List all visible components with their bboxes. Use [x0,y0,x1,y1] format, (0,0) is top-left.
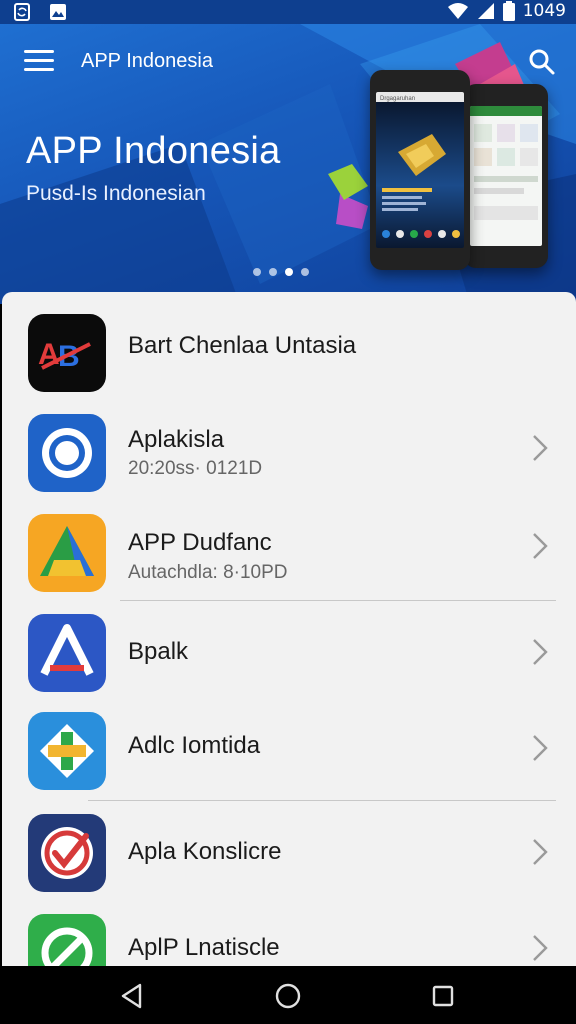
chevron-right-icon [533,533,548,559]
circle-slash-icon [28,914,106,966]
chevron-right-icon [533,935,548,961]
chevron-right-icon [533,735,548,761]
ring-icon [28,414,106,492]
chevron-right-icon [533,839,548,865]
chevron-right-icon [533,435,548,461]
list-item[interactable]: Apla Konslicre [2,792,576,892]
search-icon[interactable] [528,48,556,76]
carousel-dot-2[interactable] [269,268,277,276]
chevron-right-icon [533,639,548,665]
screen-rotate-icon [14,3,30,21]
wifi-icon [447,3,468,19]
app-name: Bart Chenlaa Untasia [128,332,357,359]
home-circle-icon[interactable] [272,980,304,1012]
back-triangle-icon[interactable] [116,980,148,1012]
app-name: AplP Lnatiscle [128,934,280,961]
app-meta: 20:20ss· 0121D [128,458,263,479]
hamburger-menu-icon[interactable] [24,50,54,74]
carousel-indicator [253,268,309,276]
recents-square-icon[interactable] [427,980,459,1012]
hero-title: APP Indonesia [26,130,281,172]
app-name: Bpalk [128,638,189,665]
system-nav-bar [0,966,576,1024]
diamond-plus-icon [28,712,106,790]
a-arrow-icon [28,614,106,692]
signal-icon [477,3,494,19]
hero-subtitle: Pusd-Is Indonesian [26,182,206,205]
list-item[interactable]: AplP Lnatiscle [2,892,576,966]
list-item[interactable]: A B Bart Chenlaa Untasia [2,292,576,392]
carousel-dot-1[interactable] [253,268,261,276]
list-item[interactable]: Aplakisla 20:20ss· 0121D [2,392,576,492]
list-item[interactable]: APP Dudfanc Autachdla: 8·10PD [2,492,576,592]
app-name: Apla Konslicre [128,838,282,865]
image-icon [50,4,66,20]
phone-mockup-back [464,84,548,268]
phone-screen-text: Drgagaruhan [380,96,415,102]
list-item[interactable]: Bpalk [2,592,576,692]
list-item[interactable]: Adlc Iomtida [2,690,576,790]
check-target-icon [28,814,106,892]
triangle-a-icon [28,514,106,592]
abc-logo-icon: A B [28,314,106,392]
app-meta: Autachdla: 8·10PD [128,562,288,583]
carousel-dot-4[interactable] [301,268,309,276]
app-name: Aplakisla [128,426,225,453]
app-name: APP Dudfanc [128,529,272,556]
status-time: 1049 [522,1,566,21]
carousel-dot-3[interactable] [285,268,293,276]
toolbar-title: APP Indonesia [81,50,213,72]
app-list: A B Bart Chenlaa Untasia Aplakisla 20:20… [2,292,576,966]
hero-banner: APP Indonesia APP Indonesia Pusd-Is Indo… [0,24,576,304]
battery-icon [502,1,515,21]
phone-mockup-front: Drgagaruhan [370,70,470,270]
app-name: Adlc Iomtida [128,732,261,759]
status-bar: 1049 [0,0,576,24]
